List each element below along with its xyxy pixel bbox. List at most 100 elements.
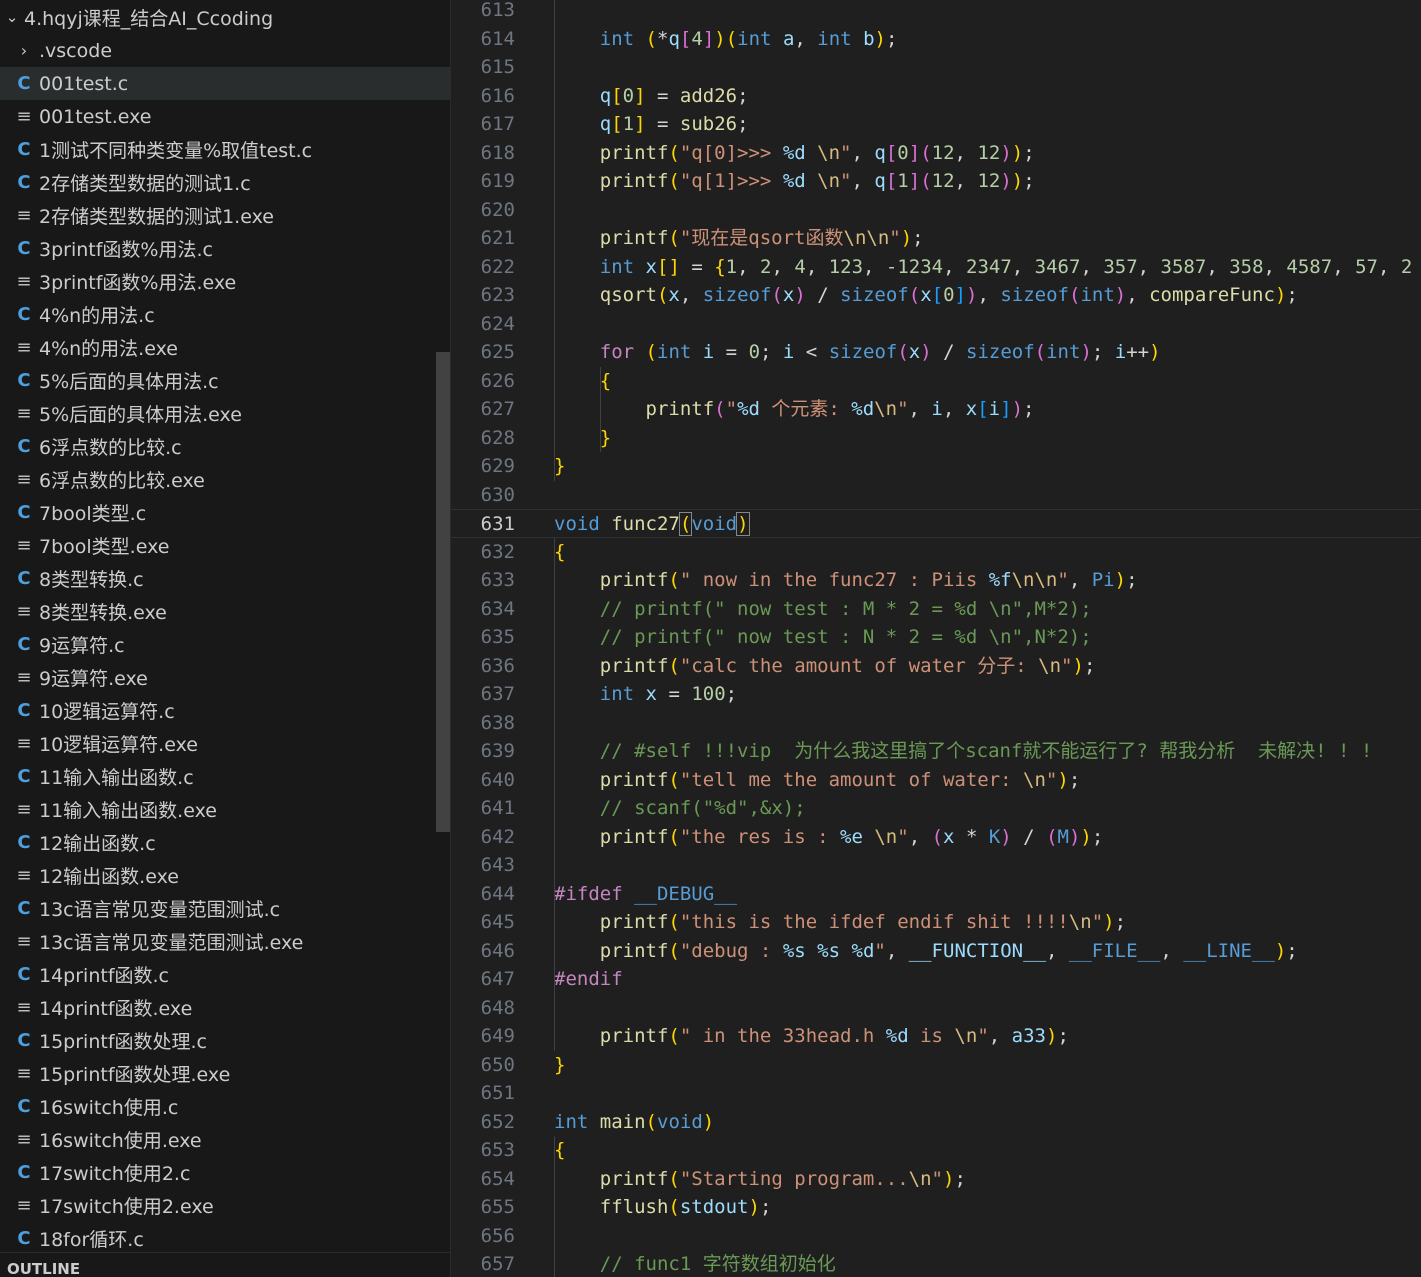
code-line[interactable]: 639 // #self !!!vip 为什么我这里搞了个scanf就不能运行了… <box>451 737 1421 766</box>
code-line[interactable]: 622 int x[] = {1, 2, 4, 123, -1234, 2347… <box>451 253 1421 282</box>
file-item[interactable]: ≡ 17switch使用2.exe <box>0 1189 450 1222</box>
file-item[interactable]: C 16switch使用.c <box>0 1090 450 1123</box>
file-item[interactable]: C 11输入输出函数.c <box>0 760 450 793</box>
file-item[interactable]: C 12输出函数.c <box>0 826 450 859</box>
code-token: , <box>1126 284 1150 306</box>
code-line[interactable]: 638 <box>451 709 1421 738</box>
code-line[interactable]: 647 #endif <box>451 965 1421 994</box>
file-item[interactable]: ≡ 14printf函数.exe <box>0 991 450 1024</box>
code-line[interactable]: 653 { <box>451 1136 1421 1165</box>
code-line[interactable]: 625 for (int i = 0; i < sizeof(x) / size… <box>451 338 1421 367</box>
file-item[interactable]: C 3printf函数%用法.c <box>0 232 450 265</box>
code-line[interactable]: 624 <box>451 310 1421 339</box>
file-item[interactable]: C 1测试不同种类变量%取值test.c <box>0 133 450 166</box>
file-item[interactable]: C 18for循环.c <box>0 1222 450 1255</box>
code-line[interactable]: 655 fflush(stdout); <box>451 1193 1421 1222</box>
code-line[interactable]: 640 printf("tell me the amount of water:… <box>451 766 1421 795</box>
code-line[interactable]: 623 qsort(x, sizeof(x) / sizeof(x[0]), s… <box>451 281 1421 310</box>
sidebar-scrollbar[interactable] <box>436 352 450 832</box>
outline-section-header[interactable]: OUTLINE <box>0 1252 450 1277</box>
file-item[interactable]: C 14printf函数.c <box>0 958 450 991</box>
file-item[interactable]: ≡ 8类型转换.exe <box>0 595 450 628</box>
code-line[interactable]: 629} <box>451 452 1421 481</box>
code-line[interactable]: 646 printf("debug : %s %s %d", __FUNCTIO… <box>451 937 1421 966</box>
file-item[interactable]: C 8类型转换.c <box>0 562 450 595</box>
exe-file-icon: ≡ <box>16 799 32 820</box>
file-item[interactable]: ≡ 15printf函数处理.exe <box>0 1057 450 1090</box>
code-line[interactable]: 615 <box>451 53 1421 82</box>
file-item[interactable]: C 10逻辑运算符.c <box>0 694 450 727</box>
file-item[interactable]: ≡ 13c语言常见变量范围测试.exe <box>0 925 450 958</box>
code-token: x <box>920 284 932 306</box>
file-item[interactable]: ≡ 2存储类型数据的测试1.exe <box>0 199 450 232</box>
file-item[interactable]: ≡ 7bool类型.exe <box>0 529 450 562</box>
file-item[interactable]: C 4%n的用法.c <box>0 298 450 331</box>
code-line[interactable]: 619 printf("q[1]>>> %d \n", q[1](12, 12)… <box>451 167 1421 196</box>
code-line[interactable]: 642 printf("the res is : %e \n", (x * K)… <box>451 823 1421 852</box>
file-item[interactable]: ≡ 3printf函数%用法.exe <box>0 265 450 298</box>
file-item[interactable]: C 2存储类型数据的测试1.c <box>0 166 450 199</box>
file-item[interactable]: ≡ 16switch使用.exe <box>0 1123 450 1156</box>
code-line[interactable]: 634 // printf(" now test : M * 2 = %d \n… <box>451 595 1421 624</box>
file-item[interactable]: ≡ 5%后面的具体用法.exe <box>0 397 450 430</box>
file-item[interactable]: ≡ 10逻辑运算符.exe <box>0 727 450 760</box>
code-line[interactable]: 618 printf("q[0]>>> %d \n", q[0](12, 12)… <box>451 139 1421 168</box>
code-line[interactable]: 657 // func1 字符数组初始化 <box>451 1250 1421 1277</box>
code-line[interactable]: 630 <box>451 481 1421 510</box>
code-line[interactable]: 627 printf("%d 个元素: %d\n", i, x[i]); <box>451 395 1421 424</box>
code-line[interactable]: 656 <box>451 1222 1421 1251</box>
code-line[interactable]: 654 printf("Starting program...\n"); <box>451 1165 1421 1194</box>
code-token: ) <box>942 1167 955 1190</box>
code-line[interactable]: 633 printf(" now in the func27 : Piis %f… <box>451 566 1421 595</box>
file-item[interactable]: ≡ 12输出函数.exe <box>0 859 450 892</box>
code-editor[interactable]: 613 614 int (*q[4])(int a, int b); 615 616 … <box>451 0 1421 1277</box>
file-item[interactable]: C 7bool类型.c <box>0 496 450 529</box>
file-item[interactable]: ≡ 4%n的用法.exe <box>0 331 450 364</box>
code-line[interactable]: 641 // scanf("%d",&x); <box>451 794 1421 823</box>
file-item[interactable]: C 5%后面的具体用法.c <box>0 364 450 397</box>
code-line[interactable]: 644 #ifdef __DEBUG__ <box>451 880 1421 909</box>
file-item[interactable]: C 9运算符.c <box>0 628 450 661</box>
file-item[interactable]: ≡ 11输入输出函数.exe <box>0 793 450 826</box>
code-line[interactable]: 614 int (*q[4])(int a, int b); <box>451 25 1421 54</box>
code-line[interactable]: 628 } <box>451 424 1421 453</box>
code-line[interactable]: 621 printf("现在是qsort函数\n\n"); <box>451 224 1421 253</box>
code-line[interactable]: 631 void func27(void) <box>451 509 1421 538</box>
code-line[interactable]: 645 printf("this is the ifdef endif shit… <box>451 908 1421 937</box>
code-text: q[1] = sub26; <box>554 110 749 139</box>
code-line[interactable]: 613 <box>451 0 1421 25</box>
code-line[interactable]: 650} <box>451 1051 1421 1080</box>
file-name: 12输出函数.c <box>39 833 156 855</box>
code-line[interactable]: 632 { <box>451 538 1421 567</box>
file-item[interactable]: ≡ 6浮点数的比较.exe <box>0 463 450 496</box>
file-item[interactable]: C 001test.c <box>0 67 450 100</box>
code-line[interactable]: 648 <box>451 994 1421 1023</box>
code-token: a33 <box>1011 1025 1046 1047</box>
code-line[interactable]: 637 int x = 100; <box>451 680 1421 709</box>
file-name: 2存储类型数据的测试1.exe <box>39 206 274 228</box>
file-item[interactable]: C 17switch使用2.c <box>0 1156 450 1189</box>
code-line[interactable]: 636 printf("calc the amount of water 分子:… <box>451 652 1421 681</box>
code-line[interactable]: 652 int main(void) <box>451 1108 1421 1137</box>
file-item[interactable]: C 15printf函数处理.c <box>0 1024 450 1057</box>
code-line[interactable]: 617 q[1] = sub26; <box>451 110 1421 139</box>
folder-item[interactable]: › .vscode <box>0 34 450 67</box>
file-item[interactable]: C 6浮点数的比较.c <box>0 430 450 463</box>
code-line[interactable]: 649 printf(" in the 33head.h %d is \n", … <box>451 1022 1421 1051</box>
file-item[interactable]: ≡ 9运算符.exe <box>0 661 450 694</box>
code-text: printf("tell me the amount of water: \n"… <box>554 766 1081 795</box>
file-item[interactable]: ≡ 001test.exe <box>0 100 450 133</box>
code-line[interactable]: 620 <box>451 196 1421 225</box>
code-token: x <box>782 284 795 306</box>
code-line[interactable]: 635 // printf(" now test : N * 2 = %d \n… <box>451 623 1421 652</box>
code-token: __FUNCTION__ <box>908 939 1047 962</box>
file-item[interactable]: C 13c语言常见变量范围测试.c <box>0 892 450 925</box>
code-line[interactable]: 651 <box>451 1079 1421 1108</box>
code-token: sizeof <box>828 341 898 363</box>
code-line[interactable]: 616 q[0] = add26; <box>451 82 1421 111</box>
code-line[interactable]: 643 <box>451 851 1421 880</box>
folder-header[interactable]: ⌄ 4.hqyj课程_结合AI_Ccoding <box>0 0 450 34</box>
file-name: 11输入输出函数.exe <box>39 800 217 822</box>
code-line[interactable]: 626 { <box>451 367 1421 396</box>
